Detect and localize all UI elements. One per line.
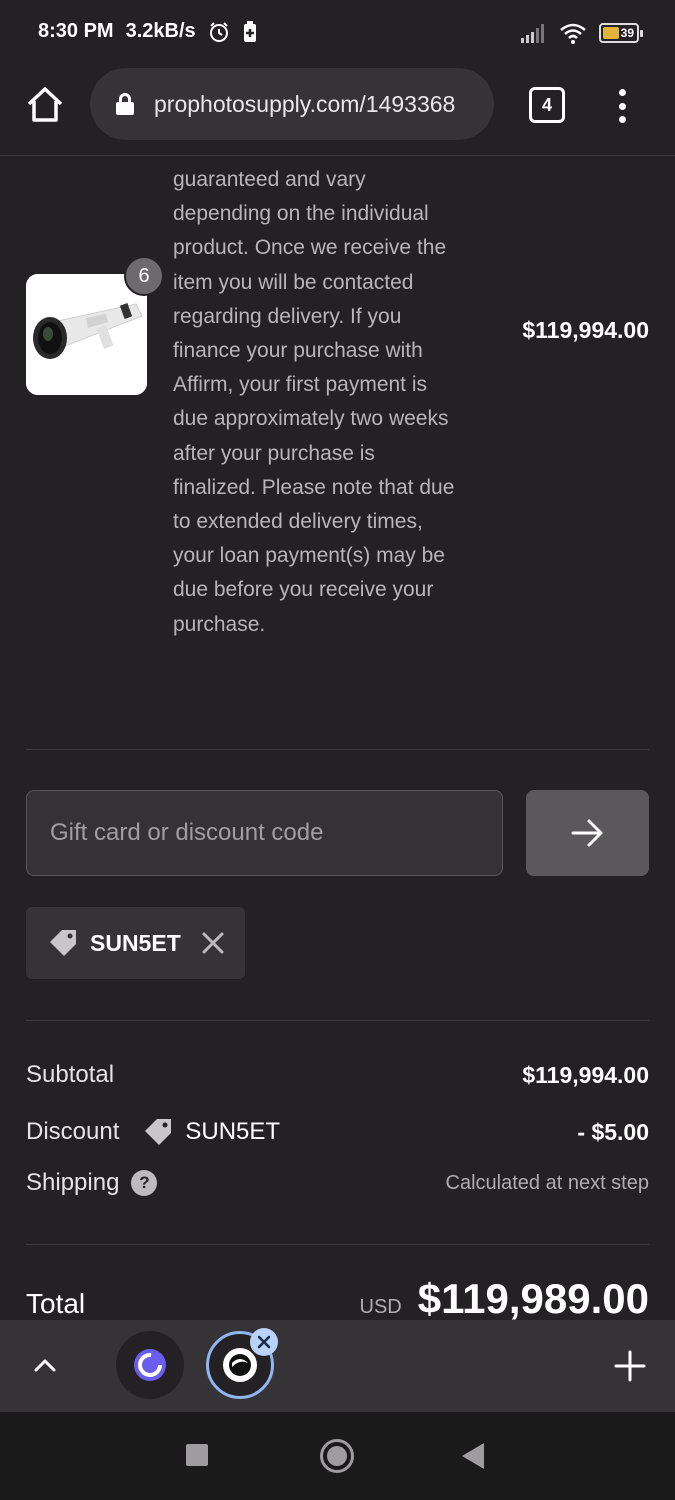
subtotal-row: Subtotal $119,994.00 — [26, 1061, 649, 1089]
bottom-tab-bar — [0, 1320, 675, 1412]
url-bar[interactable]: prophotosupply.com/1493368 — [90, 68, 494, 140]
plus-icon[interactable] — [612, 1348, 648, 1384]
battery-icon: 39 — [599, 23, 643, 43]
status-right: 39 — [521, 22, 643, 44]
status-net-speed: 3.2kB/s — [125, 20, 196, 42]
shipping-row: Shipping ? Calculated at next step — [26, 1169, 649, 1197]
url-text: prophotosupply.com/1493368 — [154, 90, 456, 117]
status-left: 8:30 PM 3.2kB/s — [38, 20, 258, 43]
home-icon[interactable] — [24, 84, 66, 126]
signal-icon — [521, 24, 544, 43]
alarm-icon — [209, 21, 228, 42]
divider — [26, 1020, 649, 1021]
shipping-value: Calculated at next step — [445, 1171, 649, 1194]
discount-code-group: SUN5ET — [141, 1115, 280, 1149]
product-description: guaranteed and vary depending on the ind… — [173, 168, 455, 636]
battery-saver-icon — [243, 20, 256, 42]
telephoto-lens-image — [26, 274, 147, 395]
apply-discount-button[interactable] — [526, 790, 649, 876]
recents-icon[interactable] — [186, 1444, 208, 1466]
discount-code-input[interactable]: Gift card or discount code — [26, 790, 503, 876]
currency-label: USD — [359, 1296, 402, 1318]
home-icon[interactable] — [320, 1439, 354, 1473]
system-nav-bar — [0, 1412, 675, 1500]
discount-label-group: Discount SUN5ET — [26, 1115, 280, 1149]
tab-favicon — [134, 1349, 166, 1381]
discount-row: Discount SUN5ET - $5.00 — [26, 1115, 649, 1149]
chevron-up-icon[interactable] — [30, 1350, 60, 1380]
tag-icon — [50, 930, 76, 956]
applied-code-chip: SUN5ET — [26, 907, 245, 979]
discount-value: - $5.00 — [577, 1118, 649, 1145]
tab-count: 4 — [541, 94, 552, 115]
discount-code-placeholder: Gift card or discount code — [50, 819, 324, 846]
wifi-icon — [560, 23, 586, 44]
total-row: Total USD $119,989.00 — [26, 1275, 649, 1320]
close-icon[interactable] — [250, 1328, 278, 1356]
discount-code: SUN5ET — [185, 1118, 281, 1145]
help-icon[interactable]: ? — [131, 1170, 158, 1196]
back-icon[interactable] — [462, 1443, 484, 1469]
shipping-label: Shipping — [26, 1169, 120, 1196]
status-bar: 8:30 PM 3.2kB/s 39 — [0, 0, 675, 64]
arrow-right-icon — [571, 819, 602, 847]
close-icon[interactable] — [201, 931, 225, 955]
discount-label: Discount — [26, 1118, 120, 1145]
total-label: Total — [26, 1288, 86, 1319]
tabs-button[interactable]: 4 — [529, 87, 565, 123]
shipping-label-group: Shipping ? — [26, 1169, 158, 1197]
battery-level: 39 — [620, 26, 634, 40]
lock-icon — [116, 93, 134, 115]
applied-code-text: SUN5ET — [90, 929, 181, 956]
tab-thumbnail-icon[interactable] — [116, 1331, 184, 1399]
more-vert-icon[interactable] — [612, 86, 632, 126]
total-amount: $119,989.00 — [417, 1275, 649, 1320]
product-image — [26, 274, 147, 395]
subtotal-label: Subtotal — [26, 1061, 115, 1088]
checkout-content: 6 guaranteed and vary depending on the i… — [0, 157, 675, 1320]
quantity-badge: 6 — [124, 256, 164, 296]
divider — [26, 1244, 649, 1245]
browser-toolbar: prophotosupply.com/1493368 4 — [0, 64, 675, 156]
subtotal-value: $119,994.00 — [522, 1061, 649, 1088]
total-amount-group: USD $119,989.00 — [360, 1275, 649, 1320]
status-time: 8:30 PM — [38, 20, 114, 42]
tag-icon — [145, 1119, 172, 1145]
divider — [26, 749, 649, 750]
product-price: $119,994.00 — [522, 317, 649, 343]
